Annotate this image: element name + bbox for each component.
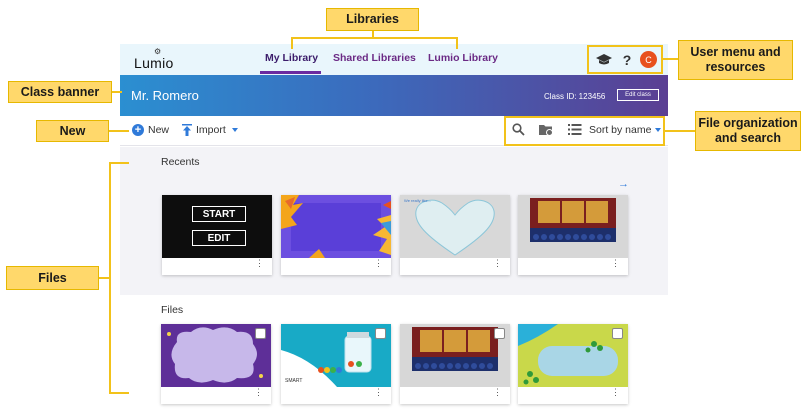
- card-footer: ⋮: [161, 387, 271, 404]
- thumbnail: [518, 195, 628, 258]
- top-nav-bar: ⚙ Lumio My Library Shared Libraries Lumi…: [120, 44, 668, 75]
- active-tab-indicator: [260, 71, 321, 74]
- tab-my-library[interactable]: My Library: [265, 52, 318, 64]
- recents-title: Recents: [161, 156, 200, 168]
- tab-shared-libraries[interactable]: Shared Libraries: [333, 52, 416, 64]
- more-options-icon[interactable]: ⋮: [611, 259, 620, 268]
- more-options-icon[interactable]: ⋮: [374, 259, 383, 268]
- card-footer: ⋮: [400, 387, 510, 404]
- callout-user-menu: User menu and resources: [678, 40, 793, 80]
- edit-label: EDIT: [192, 230, 246, 246]
- class-banner: Mr. Romero Class ID: 123456 Edit class: [120, 75, 668, 116]
- new-label: New: [148, 124, 170, 136]
- card-footer: ⋮: [281, 258, 391, 275]
- file-card-jar[interactable]: SMART ⋮: [281, 324, 391, 404]
- more-options-icon[interactable]: ⋮: [254, 388, 263, 397]
- highlight-user-menu: [587, 45, 663, 74]
- select-checkbox[interactable]: [612, 328, 623, 339]
- connector: [456, 37, 458, 49]
- file-card-purple-cloud[interactable]: ⋮: [161, 324, 271, 404]
- new-button[interactable]: + New: [132, 124, 169, 136]
- select-checkbox[interactable]: [375, 328, 386, 339]
- file-card-game-show[interactable]: ⋮: [518, 195, 628, 275]
- callout-new: New: [36, 120, 109, 142]
- connector: [109, 130, 129, 132]
- callout-file-org: File organization and search: [695, 111, 801, 151]
- file-card-heart[interactable]: We really like... ⋮: [400, 195, 510, 275]
- files-title: Files: [161, 304, 184, 316]
- more-options-icon[interactable]: ⋮: [493, 259, 502, 268]
- select-checkbox[interactable]: [255, 328, 266, 339]
- thumb-caption: We really like...: [404, 198, 432, 203]
- class-id: Class ID: 123456: [544, 92, 606, 101]
- annotated-screenshot: ⚙ Lumio My Library Shared Libraries Lumi…: [0, 0, 801, 420]
- import-label: Import: [196, 124, 226, 136]
- logo-text: Lumio: [134, 55, 174, 71]
- thumbnail: We really like...: [400, 195, 510, 258]
- plus-icon: +: [132, 124, 144, 136]
- import-icon: [182, 124, 192, 136]
- thumb-caption: SMART: [285, 378, 303, 384]
- import-button[interactable]: Import: [182, 124, 238, 136]
- file-card-floral[interactable]: ⋮: [281, 195, 391, 275]
- connector: [109, 392, 129, 394]
- file-card-pond[interactable]: ⋮: [518, 324, 628, 404]
- connector: [112, 91, 122, 93]
- callout-class-banner: Class banner: [8, 81, 112, 103]
- card-footer: ⋮: [162, 258, 272, 275]
- arrow-right-icon[interactable]: →: [618, 178, 629, 190]
- callout-files: Files: [6, 266, 99, 290]
- more-options-icon[interactable]: ⋮: [255, 259, 264, 268]
- highlight-file-org: [504, 116, 665, 146]
- more-options-icon[interactable]: ⋮: [493, 388, 502, 397]
- connector: [109, 162, 129, 164]
- select-checkbox[interactable]: [494, 328, 505, 339]
- chevron-down-icon: [231, 128, 238, 132]
- lumio-app: ⚙ Lumio My Library Shared Libraries Lumi…: [120, 44, 668, 420]
- more-options-icon[interactable]: ⋮: [374, 388, 383, 397]
- connector: [109, 162, 111, 394]
- file-card-game-show-2[interactable]: ⋮: [400, 324, 510, 404]
- edit-class-button[interactable]: Edit class: [617, 89, 659, 101]
- callout-libraries: Libraries: [326, 8, 419, 31]
- teacher-name: Mr. Romero: [131, 88, 199, 103]
- lumio-logo[interactable]: ⚙ Lumio: [132, 47, 182, 73]
- connector: [663, 58, 678, 60]
- file-card-start-edit[interactable]: START EDIT ⋮: [162, 195, 272, 275]
- start-label: START: [192, 206, 246, 222]
- connector: [291, 37, 293, 49]
- tab-lumio-library[interactable]: Lumio Library: [428, 52, 498, 64]
- card-footer: ⋮: [281, 387, 391, 404]
- connector: [665, 130, 695, 132]
- thumbnail: START EDIT: [162, 195, 272, 258]
- connector: [291, 37, 458, 39]
- card-footer: ⋮: [518, 387, 628, 404]
- card-footer: ⋮: [518, 258, 628, 275]
- thumbnail: [281, 195, 391, 258]
- card-footer: ⋮: [400, 258, 510, 275]
- more-options-icon[interactable]: ⋮: [611, 388, 620, 397]
